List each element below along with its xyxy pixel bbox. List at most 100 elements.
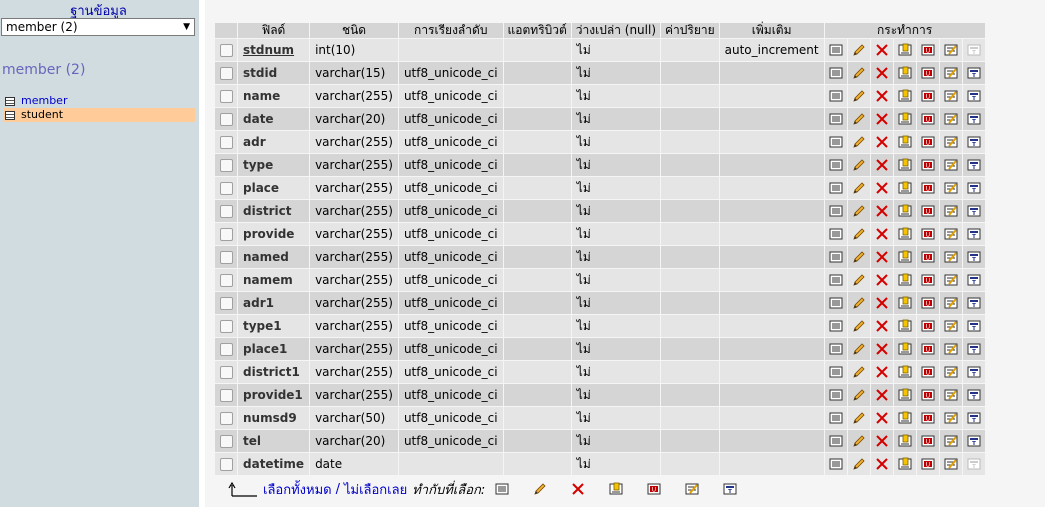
edit-icon[interactable] [852, 296, 866, 310]
database-heading[interactable]: member (2) [2, 62, 85, 78]
drop-icon[interactable] [875, 411, 889, 425]
row-checkbox[interactable] [219, 205, 233, 218]
check-all-link[interactable]: เลือกทั้งหมด [263, 479, 332, 500]
index-icon[interactable] [944, 135, 958, 149]
unique-icon[interactable]: U [921, 319, 935, 333]
primary-key-icon[interactable] [898, 342, 912, 356]
unique-icon[interactable]: U [921, 89, 935, 103]
drop-icon[interactable] [875, 434, 889, 448]
edit-icon[interactable] [852, 319, 866, 333]
fulltext-icon[interactable]: T [967, 227, 981, 241]
unique-icon[interactable]: U [921, 181, 935, 195]
primary-key-icon[interactable] [898, 112, 912, 126]
edit-icon[interactable] [852, 227, 866, 241]
browse-icon[interactable] [829, 89, 843, 103]
row-checkbox[interactable] [219, 458, 233, 471]
unique-icon[interactable]: U [921, 227, 935, 241]
row-checkbox[interactable] [219, 251, 233, 264]
edit-icon[interactable] [852, 66, 866, 80]
browse-icon[interactable] [829, 434, 843, 448]
table-browse-icon[interactable] [5, 96, 15, 106]
drop-icon[interactable] [875, 227, 889, 241]
index-icon[interactable] [685, 482, 699, 496]
fulltext-icon[interactable]: T [967, 273, 981, 287]
edit-icon[interactable] [852, 158, 866, 172]
index-icon[interactable] [944, 181, 958, 195]
drop-icon[interactable] [875, 457, 889, 471]
edit-icon[interactable] [852, 250, 866, 264]
row-checkbox[interactable] [219, 297, 233, 310]
edit-icon[interactable] [852, 388, 866, 402]
primary-key-icon[interactable] [898, 66, 912, 80]
table-browse-icon[interactable] [5, 110, 15, 120]
edit-icon[interactable] [852, 342, 866, 356]
edit-icon[interactable] [852, 204, 866, 218]
drop-icon[interactable] [875, 112, 889, 126]
row-checkbox[interactable] [219, 435, 233, 448]
uncheck-all-link[interactable]: ไม่เลือกเลย [344, 479, 407, 500]
sidebar-table-label[interactable]: student [21, 108, 63, 122]
browse-icon[interactable] [495, 482, 509, 496]
browse-icon[interactable] [829, 204, 843, 218]
browse-icon[interactable] [829, 388, 843, 402]
row-checkbox[interactable] [219, 343, 233, 356]
edit-icon[interactable] [852, 457, 866, 471]
drop-icon[interactable] [875, 181, 889, 195]
drop-icon[interactable] [875, 388, 889, 402]
primary-key-icon[interactable] [898, 319, 912, 333]
fulltext-icon[interactable]: T [967, 250, 981, 264]
drop-icon[interactable] [571, 482, 585, 496]
fulltext-icon[interactable]: T [967, 388, 981, 402]
browse-icon[interactable] [829, 43, 843, 57]
browse-icon[interactable] [829, 227, 843, 241]
edit-icon[interactable] [852, 112, 866, 126]
edit-icon[interactable] [852, 411, 866, 425]
row-checkbox[interactable] [219, 136, 233, 149]
row-checkbox[interactable] [219, 44, 233, 57]
primary-key-icon[interactable] [898, 43, 912, 57]
browse-icon[interactable] [829, 273, 843, 287]
primary-key-icon[interactable] [898, 250, 912, 264]
sidebar-table-label[interactable]: member [21, 94, 67, 108]
drop-icon[interactable] [875, 250, 889, 264]
fulltext-icon[interactable]: T [967, 204, 981, 218]
unique-icon[interactable]: U [921, 158, 935, 172]
unique-icon[interactable]: U [921, 457, 935, 471]
database-select[interactable]: member (2) ▼ [1, 18, 195, 36]
index-icon[interactable] [944, 158, 958, 172]
row-checkbox[interactable] [219, 366, 233, 379]
index-icon[interactable] [944, 434, 958, 448]
unique-icon[interactable]: U [921, 66, 935, 80]
header-field[interactable]: ฟิลด์ [238, 23, 310, 38]
edit-icon[interactable] [852, 89, 866, 103]
drop-icon[interactable] [875, 204, 889, 218]
edit-icon[interactable] [852, 181, 866, 195]
fulltext-icon[interactable]: T [967, 434, 981, 448]
fulltext-icon[interactable]: T [967, 342, 981, 356]
primary-key-icon[interactable] [898, 273, 912, 287]
index-icon[interactable] [944, 43, 958, 57]
browse-icon[interactable] [829, 411, 843, 425]
edit-icon[interactable] [852, 273, 866, 287]
drop-icon[interactable] [875, 66, 889, 80]
browse-icon[interactable] [829, 365, 843, 379]
primary-key-icon[interactable] [898, 457, 912, 471]
unique-icon[interactable]: U [921, 296, 935, 310]
edit-icon[interactable] [852, 135, 866, 149]
row-checkbox[interactable] [219, 389, 233, 402]
primary-key-icon[interactable] [898, 227, 912, 241]
index-icon[interactable] [944, 388, 958, 402]
browse-icon[interactable] [829, 250, 843, 264]
index-icon[interactable] [944, 250, 958, 264]
index-icon[interactable] [944, 273, 958, 287]
row-checkbox[interactable] [219, 182, 233, 195]
unique-icon[interactable]: U [921, 250, 935, 264]
primary-key-icon[interactable] [898, 135, 912, 149]
index-icon[interactable] [944, 112, 958, 126]
browse-icon[interactable] [829, 66, 843, 80]
primary-key-icon[interactable] [609, 482, 623, 496]
unique-icon[interactable]: U [921, 434, 935, 448]
edit-icon[interactable] [852, 43, 866, 57]
drop-icon[interactable] [875, 273, 889, 287]
row-checkbox[interactable] [219, 274, 233, 287]
